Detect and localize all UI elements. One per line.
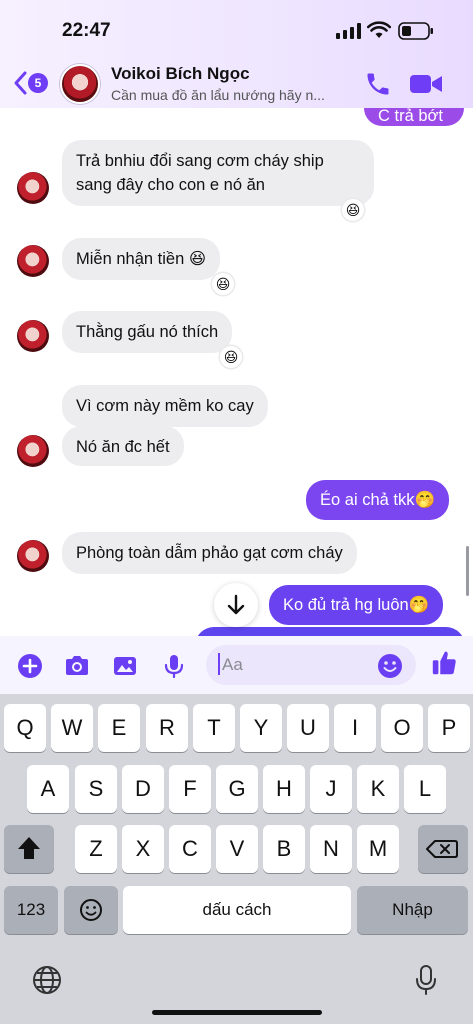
key-d[interactable]: D <box>122 765 164 813</box>
shift-icon <box>18 837 40 859</box>
message-incoming[interactable]: Trả bnhiu đổi sang cơm cháy ship sang đâ… <box>62 140 374 206</box>
dictation-icon[interactable] <box>414 964 438 996</box>
message-list[interactable]: C trả bớt Trả bnhiu đổi sang cơm cháy sh… <box>0 108 473 636</box>
key-f[interactable]: F <box>169 765 211 813</box>
message-incoming[interactable]: Nó ăn đc hết <box>62 426 184 466</box>
key-j[interactable]: J <box>310 765 352 813</box>
cellular-signal-icon <box>336 23 361 39</box>
key-v[interactable]: V <box>216 825 258 873</box>
video-call-icon[interactable] <box>409 72 443 96</box>
sender-avatar[interactable] <box>17 435 49 467</box>
message-reaction[interactable]: 😆 <box>212 273 234 295</box>
key-b[interactable]: B <box>263 825 305 873</box>
key-a[interactable]: A <box>27 765 69 813</box>
emoji-keyboard-key[interactable] <box>64 886 118 934</box>
key-e[interactable]: E <box>98 704 140 752</box>
keyboard: Q W E R T Y U I O P A S D F G H J K L Z … <box>0 694 473 1024</box>
key-t[interactable]: T <box>193 704 235 752</box>
key-n[interactable]: N <box>310 825 352 873</box>
thumbs-up-icon[interactable] <box>430 649 458 677</box>
key-o[interactable]: O <box>381 704 423 752</box>
key-q[interactable]: Q <box>4 704 46 752</box>
key-i[interactable]: I <box>334 704 376 752</box>
message-input-placeholder: Aa <box>222 655 243 674</box>
contact-name[interactable]: Voikoi Bích Ngọc <box>111 64 250 84</box>
microphone-icon[interactable] <box>160 652 188 680</box>
key-g[interactable]: G <box>216 765 258 813</box>
status-time: 22:47 <box>62 20 111 41</box>
phone-call-icon[interactable] <box>364 70 392 98</box>
key-m[interactable]: M <box>357 825 399 873</box>
key-w[interactable]: W <box>51 704 93 752</box>
unread-count-badge[interactable]: 5 <box>28 73 48 93</box>
gallery-icon[interactable] <box>111 652 139 680</box>
message-outgoing[interactable]: Ko đủ trả hg luôn🤭 <box>269 585 444 625</box>
key-y[interactable]: Y <box>240 704 282 752</box>
plus-icon[interactable] <box>16 652 44 680</box>
sender-avatar[interactable] <box>17 245 49 277</box>
message-reaction[interactable]: 😆 <box>342 199 364 221</box>
key-x[interactable]: X <box>122 825 164 873</box>
backspace-icon <box>426 840 458 858</box>
sender-avatar[interactable] <box>17 320 49 352</box>
key-l[interactable]: L <box>404 765 446 813</box>
message-incoming[interactable]: Thằng gấu nó thích <box>62 311 233 353</box>
key-r[interactable]: R <box>146 704 188 752</box>
sender-avatar[interactable] <box>17 540 49 572</box>
text-caret <box>218 653 220 675</box>
battery-icon <box>398 22 433 40</box>
message-incoming[interactable]: Vì cơm này mềm ko cay <box>62 385 268 427</box>
contact-avatar[interactable] <box>60 64 100 104</box>
key-s[interactable]: S <box>75 765 117 813</box>
back-chevron-icon[interactable] <box>12 70 28 96</box>
shift-key[interactable] <box>4 825 54 873</box>
message-outgoing[interactable]: Éo ai chả tkk🤭 <box>306 480 450 520</box>
sender-avatar[interactable] <box>17 172 49 204</box>
message-incoming[interactable]: Phòng toàn dẫm phảo gạt cơm cháy <box>62 532 357 574</box>
message-input[interactable]: Aa <box>206 645 416 685</box>
space-key[interactable]: dấu cách <box>123 886 351 934</box>
globe-icon[interactable] <box>31 964 63 996</box>
contact-status[interactable]: Cần mua đồ ăn lẩu nướng hãy n... <box>111 87 337 103</box>
key-z[interactable]: Z <box>75 825 117 873</box>
key-k[interactable]: K <box>357 765 399 813</box>
key-c[interactable]: C <box>169 825 211 873</box>
scroll-to-bottom-button[interactable] <box>214 583 258 627</box>
key-p[interactable]: P <box>428 704 470 752</box>
arrow-down-icon <box>227 594 245 615</box>
camera-icon[interactable] <box>63 652 91 680</box>
return-key[interactable]: Nhập <box>357 886 468 934</box>
numbers-key[interactable]: 123 <box>4 886 58 934</box>
emoji-icon[interactable] <box>377 653 403 679</box>
message-outgoing-partial[interactable] <box>195 627 465 636</box>
key-u[interactable]: U <box>287 704 329 752</box>
emoji-keyboard-icon <box>80 899 102 921</box>
backspace-key[interactable] <box>418 825 468 873</box>
status-bar: 22:47 <box>0 0 473 56</box>
home-indicator[interactable] <box>152 1010 322 1015</box>
message-incoming[interactable]: Miễn nhận tiền 😆 <box>62 238 221 280</box>
message-reaction[interactable]: 😆 <box>220 346 242 368</box>
wifi-icon <box>367 21 391 38</box>
scrollbar[interactable] <box>466 546 469 596</box>
message-outgoing[interactable]: C trả bớt <box>364 108 464 126</box>
key-h[interactable]: H <box>263 765 305 813</box>
